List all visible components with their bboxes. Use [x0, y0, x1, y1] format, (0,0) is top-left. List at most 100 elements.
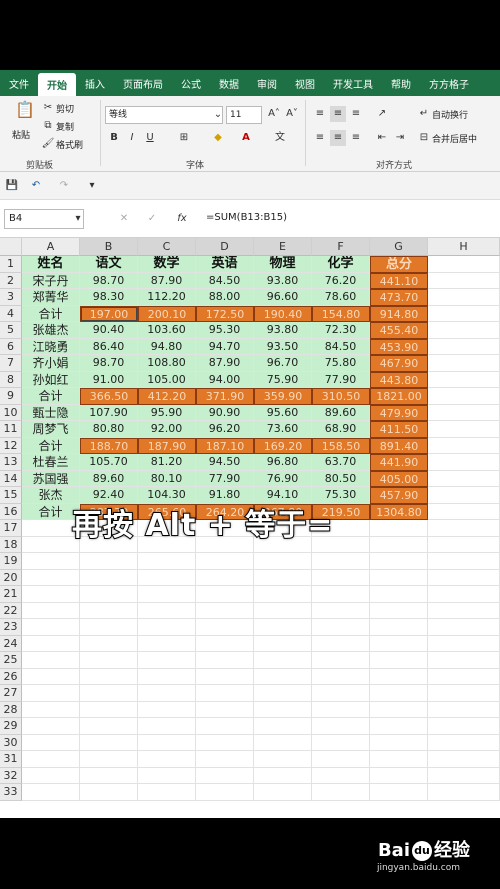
total-row-cell[interactable]: 914.80 [370, 305, 428, 322]
empty-cell[interactable] [428, 437, 500, 454]
save-icon[interactable]: 💾 [4, 178, 20, 194]
empty-cell[interactable] [80, 635, 138, 652]
align-middle-icon[interactable]: ≡ [330, 106, 346, 122]
empty-cell[interactable] [80, 569, 138, 586]
tab-7[interactable]: 视图 [286, 70, 324, 96]
table-cell[interactable]: 63.70 [312, 454, 370, 471]
empty-cell[interactable] [138, 619, 196, 636]
empty-cell[interactable] [254, 635, 312, 652]
table-cell[interactable]: 80.50 [312, 470, 370, 487]
table-cell[interactable]: 80.80 [80, 421, 138, 438]
table-cell[interactable]: 苏国强 [22, 470, 80, 487]
empty-cell[interactable] [138, 569, 196, 586]
empty-cell[interactable] [312, 701, 370, 718]
empty-cell[interactable] [22, 652, 80, 669]
empty-cell[interactable] [312, 734, 370, 751]
row-header[interactable]: 3 [0, 289, 22, 306]
table-cell[interactable]: 93.80 [254, 322, 312, 339]
column-header[interactable]: D [196, 238, 254, 256]
empty-cell[interactable] [370, 668, 428, 685]
row-header[interactable]: 16 [0, 503, 22, 520]
row-header[interactable]: 4 [0, 305, 22, 322]
align-center-icon[interactable]: ≡ [330, 130, 346, 146]
row-header[interactable]: 31 [0, 751, 22, 768]
table-cell[interactable]: 78.60 [312, 289, 370, 306]
empty-cell[interactable] [196, 767, 254, 784]
table-cell[interactable]: 95.60 [254, 404, 312, 421]
empty-cell[interactable] [428, 272, 500, 289]
empty-cell[interactable] [254, 751, 312, 768]
row-header[interactable]: 7 [0, 355, 22, 372]
table-cell[interactable]: 90.90 [196, 404, 254, 421]
column-header[interactable]: C [138, 238, 196, 256]
total-row-cell[interactable]: 1821.00 [370, 388, 428, 405]
empty-cell[interactable] [370, 635, 428, 652]
empty-cell[interactable] [196, 751, 254, 768]
empty-cell[interactable] [428, 520, 500, 537]
total-row-cell[interactable]: 359.90 [254, 388, 312, 405]
empty-cell[interactable] [312, 569, 370, 586]
table-cell[interactable]: 93.50 [254, 338, 312, 355]
empty-cell[interactable] [312, 652, 370, 669]
empty-cell[interactable] [428, 619, 500, 636]
empty-cell[interactable] [428, 371, 500, 388]
total-row-cell[interactable]: 190.40 [254, 305, 312, 322]
row-header[interactable]: 5 [0, 322, 22, 339]
tab-9[interactable]: 帮助 [382, 70, 420, 96]
align-left-icon[interactable]: ≡ [312, 130, 328, 146]
empty-cell[interactable] [80, 602, 138, 619]
row-header[interactable]: 26 [0, 668, 22, 685]
empty-cell[interactable] [138, 767, 196, 784]
empty-cell[interactable] [370, 619, 428, 636]
table-cell[interactable]: 96.80 [254, 454, 312, 471]
table-cell[interactable]: 405.00 [370, 470, 428, 487]
orientation-icon[interactable]: ↗ [374, 106, 390, 122]
empty-cell[interactable] [196, 734, 254, 751]
empty-cell[interactable] [254, 734, 312, 751]
empty-cell[interactable] [22, 784, 80, 801]
table-cell[interactable]: 90.40 [80, 322, 138, 339]
table-header-cell[interactable]: 数学 [138, 256, 196, 273]
table-cell[interactable]: 80.10 [138, 470, 196, 487]
borders-icon[interactable]: ⊞ [176, 130, 192, 146]
empty-cell[interactable] [138, 701, 196, 718]
empty-cell[interactable] [22, 718, 80, 735]
table-cell[interactable]: 杜春兰 [22, 454, 80, 471]
table-cell[interactable]: 87.90 [196, 355, 254, 372]
empty-cell[interactable] [428, 602, 500, 619]
empty-cell[interactable] [22, 668, 80, 685]
column-header[interactable]: H [428, 238, 500, 256]
total-row-cell[interactable]: 154.80 [312, 305, 370, 322]
table-cell[interactable]: 91.00 [80, 371, 138, 388]
table-cell[interactable]: 105.00 [138, 371, 196, 388]
empty-cell[interactable] [22, 586, 80, 603]
empty-cell[interactable] [428, 388, 500, 405]
tab-0[interactable]: 文件 [0, 70, 38, 96]
empty-cell[interactable] [370, 586, 428, 603]
table-header-cell[interactable]: 总分 [370, 256, 428, 273]
table-cell[interactable]: 467.90 [370, 355, 428, 372]
format-painter-button[interactable]: 格式刷 [56, 138, 83, 151]
empty-cell[interactable] [22, 734, 80, 751]
undo-icon[interactable]: ↶ [28, 178, 44, 194]
total-row-cell[interactable]: 200.10 [138, 305, 196, 322]
empty-cell[interactable] [428, 256, 500, 273]
table-cell[interactable]: 455.40 [370, 322, 428, 339]
empty-cell[interactable] [22, 751, 80, 768]
empty-cell[interactable] [254, 784, 312, 801]
empty-cell[interactable] [370, 751, 428, 768]
table-cell[interactable]: 89.60 [312, 404, 370, 421]
empty-cell[interactable] [370, 701, 428, 718]
table-cell[interactable]: 88.00 [196, 289, 254, 306]
empty-cell[interactable] [370, 718, 428, 735]
empty-cell[interactable] [22, 767, 80, 784]
empty-cell[interactable] [312, 586, 370, 603]
empty-cell[interactable] [80, 767, 138, 784]
align-right-icon[interactable]: ≡ [348, 130, 364, 146]
empty-cell[interactable] [370, 784, 428, 801]
tab-3[interactable]: 页面布局 [114, 70, 172, 96]
empty-cell[interactable] [428, 338, 500, 355]
table-cell[interactable]: 72.30 [312, 322, 370, 339]
empty-cell[interactable] [138, 784, 196, 801]
empty-cell[interactable] [80, 701, 138, 718]
